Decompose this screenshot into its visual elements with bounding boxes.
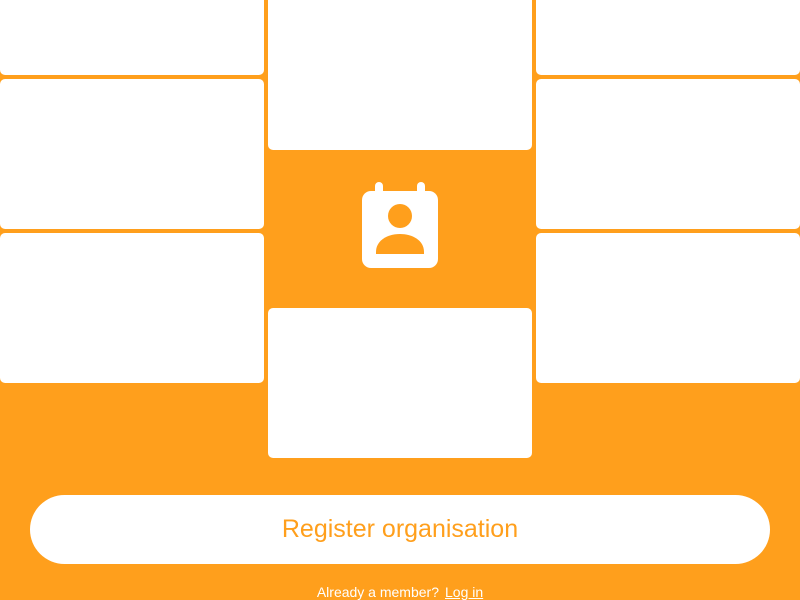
placeholder-card	[536, 0, 800, 75]
login-prompt-row: Already a member? Log in	[0, 584, 800, 600]
placeholder-card	[0, 79, 264, 229]
already-member-text: Already a member?	[316, 584, 439, 600]
placeholder-card	[0, 0, 264, 75]
placeholder-card	[536, 79, 800, 229]
onboarding-screen: Register organisation Already a member? L…	[0, 0, 800, 600]
placeholder-card	[268, 308, 532, 458]
login-link[interactable]: Log in	[445, 584, 483, 600]
placeholder-card	[0, 233, 264, 383]
placeholder-card	[536, 233, 800, 383]
placeholder-card	[268, 0, 532, 150]
register-organisation-button[interactable]: Register organisation	[30, 495, 770, 564]
contact-calendar-icon	[362, 182, 438, 268]
